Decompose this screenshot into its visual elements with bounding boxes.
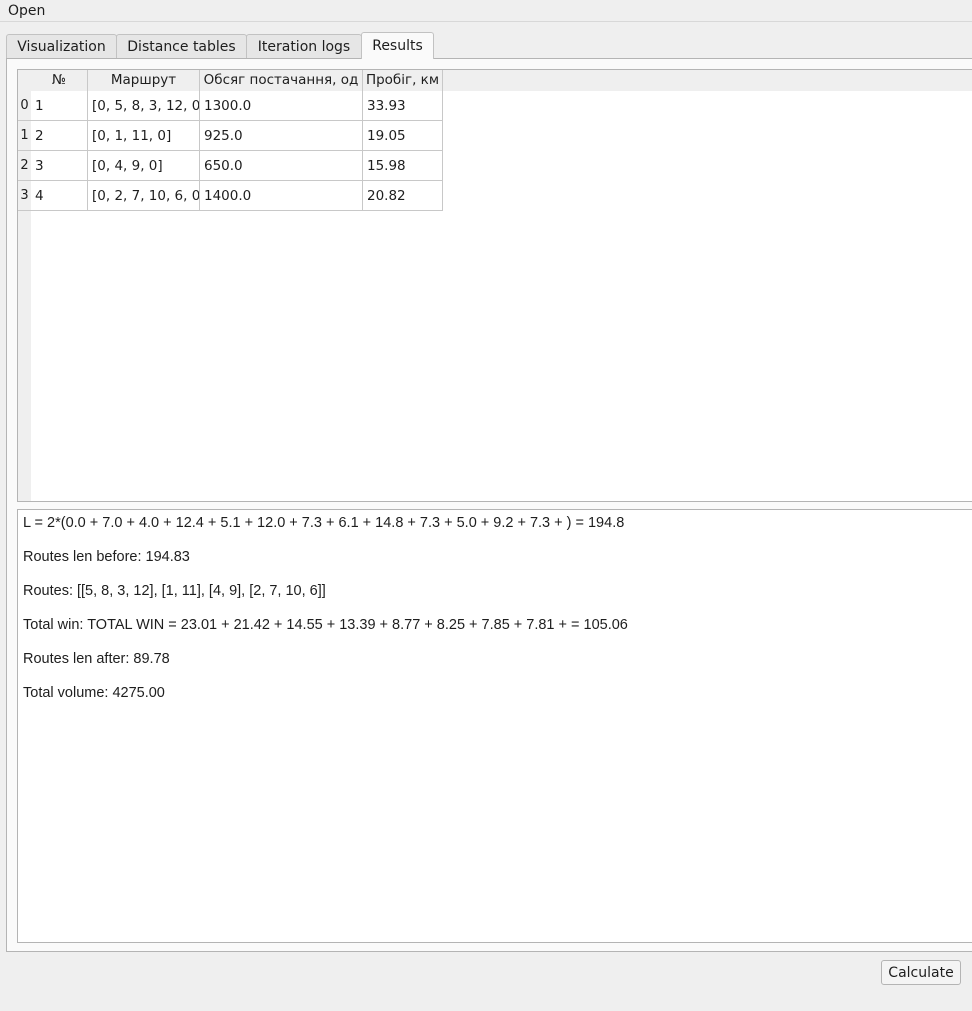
cell-mileage[interactable]: 15.98 [363,151,443,181]
cell-route[interactable]: [0, 4, 9, 0] [88,151,200,181]
tab-iteration-logs[interactable]: Iteration logs [246,34,362,58]
tab-visualization[interactable]: Visualization [6,34,117,58]
results-table[interactable]: № Маршрут Обсяг постачання, од Пробіг, к… [17,69,972,502]
tab-results[interactable]: Results [361,32,434,59]
log-line-total-win: Total win: TOTAL WIN = 23.01 + 21.42 + 1… [23,617,628,633]
cell-supply-volume[interactable]: 1300.0 [200,91,363,121]
table-row-header: 0 1 2 3 [18,91,31,501]
calculate-button[interactable]: Calculate [881,960,961,985]
log-line-routes-len-after: Routes len after: 89.78 [23,651,170,667]
menu-open[interactable]: Open [8,3,45,19]
cell-supply-volume[interactable]: 650.0 [200,151,363,181]
log-line-routes: Routes: [[5, 8, 3, 12], [1, 11], [4, 9],… [23,583,326,599]
table-corner-button[interactable] [18,70,31,91]
cell-number[interactable]: 3 [31,151,88,181]
tab-bar: Visualization Distance tables Iteration … [6,32,972,59]
tab-distance-tables[interactable]: Distance tables [116,34,247,58]
log-line-routes-len-before: Routes len before: 194.83 [23,549,190,565]
column-header-supply-volume[interactable]: Обсяг постачання, од [200,70,363,91]
cell-number[interactable]: 2 [31,121,88,151]
cell-route[interactable]: [0, 2, 7, 10, 6, 0] [88,181,200,211]
cell-supply-volume[interactable]: 925.0 [200,121,363,151]
row-header[interactable]: 0 [18,91,31,121]
cell-route[interactable]: [0, 5, 8, 3, 12, 0] [88,91,200,121]
row-header[interactable]: 2 [18,151,31,181]
cell-number[interactable]: 4 [31,181,88,211]
row-header[interactable]: 3 [18,181,31,211]
column-header-number[interactable]: № [31,70,88,91]
cell-mileage[interactable]: 19.05 [363,121,443,151]
table-column-header: № Маршрут Обсяг постачання, од Пробіг, к… [31,70,972,91]
log-line-length-formula: L = 2*(0.0 + 7.0 + 4.0 + 12.4 + 5.1 + 12… [23,515,625,531]
cell-mileage[interactable]: 33.93 [363,91,443,121]
column-header-mileage[interactable]: Пробіг, км [363,70,443,91]
log-line-total-volume: Total volume: 4275.00 [23,685,165,701]
cell-route[interactable]: [0, 1, 11, 0] [88,121,200,151]
menu-bar: Open [0,0,972,22]
cell-number[interactable]: 1 [31,91,88,121]
column-header-route[interactable]: Маршрут [88,70,200,91]
cell-mileage[interactable]: 20.82 [363,181,443,211]
row-header[interactable]: 1 [18,121,31,151]
output-log-textarea[interactable]: L = 2*(0.0 + 7.0 + 4.0 + 12.4 + 5.1 + 12… [17,509,972,943]
cell-supply-volume[interactable]: 1400.0 [200,181,363,211]
